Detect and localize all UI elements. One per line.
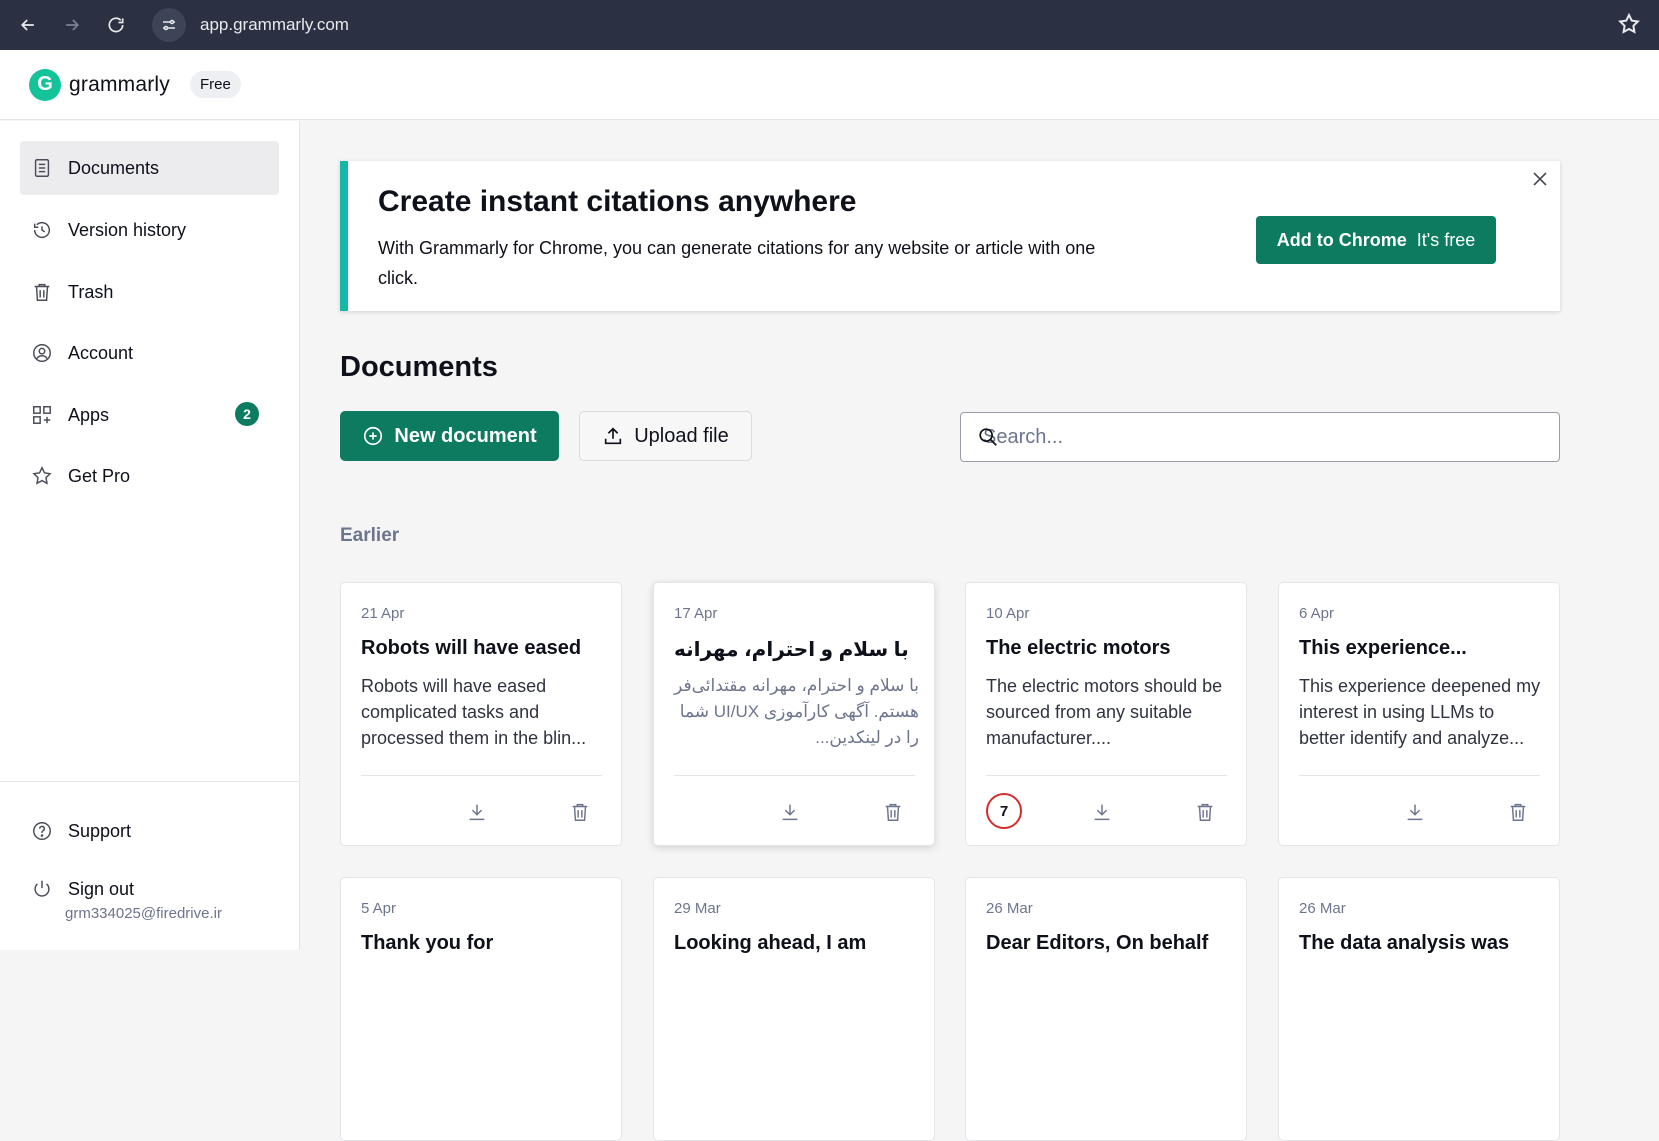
- sidebar-item-label: Documents: [68, 157, 160, 178]
- promo-banner: Create instant citations anywhere With G…: [340, 161, 1560, 311]
- upload-file-label: Upload file: [634, 424, 729, 447]
- site-settings-icon[interactable]: [152, 8, 186, 42]
- sidebar-item-trash[interactable]: Trash: [20, 265, 279, 319]
- trash-icon[interactable]: [882, 801, 904, 823]
- document-card[interactable]: 26 Mar Dear Editors, On behalf: [965, 877, 1247, 1141]
- star-icon: [30, 464, 54, 488]
- document-title: Looking ahead, I am: [674, 932, 867, 954]
- search-icon: [979, 428, 997, 446]
- search-box[interactable]: [960, 412, 1560, 462]
- apps-count-badge: 2: [235, 402, 259, 426]
- document-card[interactable]: 5 Apr Thank you for: [340, 877, 622, 1141]
- search-input[interactable]: [961, 413, 1559, 461]
- download-icon[interactable]: [1404, 801, 1426, 823]
- sidebar: Documents Version history Trash Account …: [0, 121, 300, 950]
- document-date: 17 Apr: [674, 605, 718, 622]
- document-preview: Robots will have eased complicated tasks…: [361, 676, 587, 748]
- add-to-chrome-button[interactable]: Add to Chrome It's free: [1256, 216, 1496, 264]
- back-icon[interactable]: [10, 7, 46, 43]
- upload-icon: [605, 427, 622, 445]
- upload-file-button[interactable]: Upload file: [579, 411, 752, 461]
- document-card[interactable]: 26 Mar The data analysis was: [1278, 877, 1560, 1141]
- new-document-button[interactable]: New document: [340, 411, 559, 461]
- document-card[interactable]: 6 Apr This experience... This experience…: [1278, 582, 1560, 846]
- download-icon[interactable]: [1091, 801, 1113, 823]
- document-title: The data analysis was: [1299, 932, 1510, 954]
- sidebar-item-apps[interactable]: Apps 2: [20, 388, 279, 442]
- download-icon[interactable]: [466, 801, 488, 823]
- plus-circle-icon: [364, 426, 383, 446]
- trash-icon[interactable]: [1194, 801, 1216, 823]
- trash-icon: [30, 280, 54, 304]
- browser-toolbar: app.grammarly.com: [0, 0, 1659, 50]
- document-title: Dear Editors, On behalf: [986, 932, 1209, 954]
- help-icon: [30, 819, 54, 843]
- card-divider: [361, 775, 602, 776]
- document-date: 26 Mar: [986, 900, 1033, 917]
- issues-score-badge[interactable]: 7: [986, 793, 1022, 829]
- sidebar-item-label: Trash: [68, 281, 114, 302]
- document-date: 29 Mar: [674, 900, 721, 917]
- sidebar-item-get-pro[interactable]: Get Pro: [20, 449, 279, 503]
- document-preview: با سلام و احترام، مهرانه مقتدائی‌فر هستم…: [674, 676, 919, 747]
- document-title: Thank you for: [361, 932, 494, 954]
- document-card[interactable]: 10 Apr The electric motors The electric …: [965, 582, 1247, 846]
- grammarly-logo-icon[interactable]: G: [29, 68, 61, 101]
- document-title: The electric motors: [986, 637, 1171, 659]
- sidebar-item-label: Version history: [68, 219, 187, 240]
- forward-icon[interactable]: [54, 7, 90, 43]
- document-date: 6 Apr: [1299, 605, 1335, 622]
- power-icon: [30, 877, 54, 901]
- sidebar-item-support[interactable]: Support: [20, 804, 279, 858]
- main-content: Create instant citations anywhere With G…: [300, 121, 1659, 1141]
- document-title: Robots will have eased: [361, 637, 582, 659]
- document-card[interactable]: 21 Apr Robots will have eased Robots wil…: [340, 582, 622, 846]
- app-header: G grammarly Free: [0, 50, 1659, 120]
- promo-title: Create instant citations anywhere: [378, 185, 857, 218]
- group-label: Earlier: [340, 525, 400, 546]
- sidebar-item-label: Get Pro: [68, 465, 131, 486]
- trash-icon[interactable]: [1507, 801, 1529, 823]
- logo-text[interactable]: grammarly: [69, 73, 170, 97]
- document-preview: This experience deepened my interest in …: [1299, 676, 1541, 748]
- sidebar-item-label: Account: [68, 342, 134, 363]
- plan-badge: Free: [189, 71, 241, 98]
- sidebar-item-label: Sign out: [68, 878, 135, 899]
- sidebar-divider: [0, 781, 299, 782]
- history-icon: [30, 218, 54, 242]
- trash-icon[interactable]: [569, 801, 591, 823]
- sidebar-item-version-history[interactable]: Version history: [20, 203, 279, 257]
- sidebar-item-account[interactable]: Account: [20, 326, 279, 380]
- url-text[interactable]: app.grammarly.com: [200, 15, 349, 35]
- cta-sublabel: It's free: [1416, 229, 1476, 250]
- promo-description: With Grammarly for Chrome, you can gener…: [378, 238, 1096, 288]
- document-icon: [30, 156, 54, 180]
- document-date: 10 Apr: [986, 605, 1030, 622]
- document-date: 21 Apr: [361, 605, 405, 622]
- new-document-label: New document: [394, 424, 537, 447]
- card-divider: [674, 775, 915, 776]
- document-card[interactable]: 17 Apr با سلام و احترام، مهرانه با سلام …: [653, 582, 935, 846]
- reload-icon[interactable]: [98, 7, 134, 43]
- download-icon[interactable]: [779, 801, 801, 823]
- document-date: 26 Mar: [1299, 900, 1346, 917]
- document-title: با سلام و احترام، مهرانه: [674, 639, 909, 661]
- card-divider: [1299, 775, 1540, 776]
- account-icon: [30, 341, 54, 365]
- document-date: 5 Apr: [361, 900, 397, 917]
- sidebar-item-label: Support: [68, 820, 132, 841]
- address-bar[interactable]: app.grammarly.com: [152, 5, 1642, 45]
- bookmark-star-icon[interactable]: [1617, 12, 1641, 36]
- apps-icon: [30, 403, 54, 427]
- document-preview: The electric motors should be sourced fr…: [986, 676, 1223, 748]
- user-email: grm334025@firedrive.ir: [65, 905, 222, 922]
- sidebar-item-label: Apps: [68, 404, 110, 425]
- document-card[interactable]: 29 Mar Looking ahead, I am: [653, 877, 935, 1141]
- page-title: Documents: [340, 351, 498, 383]
- document-title: This experience...: [1299, 637, 1467, 659]
- sidebar-item-documents[interactable]: Documents: [20, 141, 279, 195]
- close-icon[interactable]: [1528, 167, 1552, 191]
- cta-label: Add to Chrome: [1276, 229, 1407, 250]
- card-divider: [986, 775, 1227, 776]
